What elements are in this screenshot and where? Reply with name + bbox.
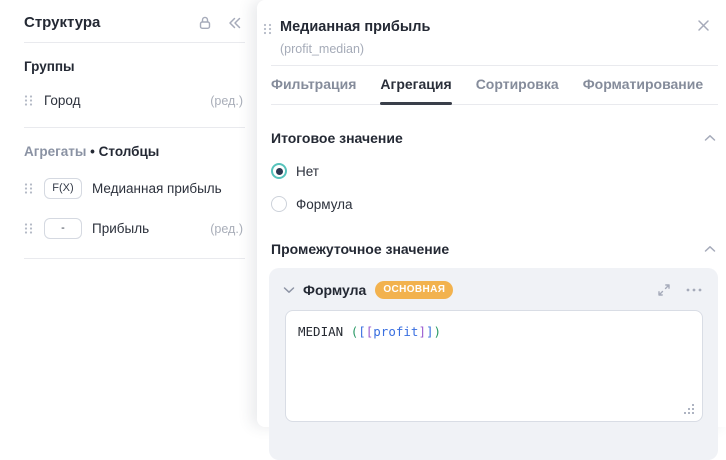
page-title: Медианная прибыль: [280, 19, 430, 35]
list-item-label: Город: [44, 93, 81, 108]
settings-tabs: Фильтрация Агрегация Сортировка Форматир…: [271, 66, 718, 105]
field-id-subtitle: (profit_median): [280, 42, 430, 56]
intermediate-value-section-header: Промежуточное значение: [271, 241, 716, 257]
collapse-sidebar-icon[interactable]: [227, 16, 243, 30]
groups-section-title: Группы: [0, 43, 257, 74]
list-item-label: Медианная прибыль: [92, 181, 222, 196]
resize-grip-icon[interactable]: [683, 403, 695, 415]
list-item-median-profit[interactable]: F(X) Медианная прибыль: [0, 178, 257, 199]
code-token: ]: [418, 324, 426, 339]
radio-checked-icon[interactable]: [271, 163, 287, 179]
radio-unchecked-icon[interactable]: [271, 196, 287, 212]
structure-sidebar: Структура Группы Город (ред.) Агрегаты: [0, 0, 257, 427]
sidebar-title: Структура: [24, 14, 183, 31]
more-options-icon[interactable]: [686, 288, 702, 292]
formula-type-badge: F(X): [44, 178, 82, 199]
chevron-down-icon[interactable]: [283, 286, 295, 294]
field-settings-panel: Медианная прибыль (profit_median) Фильтр…: [257, 0, 726, 427]
formula-code: MEDIAN ([[profit]]): [298, 324, 690, 339]
drag-handle-icon[interactable]: [24, 94, 33, 107]
section-title: Промежуточное значение: [271, 241, 449, 257]
formula-card: Формула ОСНОВНАЯ MEDIAN ([[profit]]): [269, 268, 718, 460]
sidebar-header: Структура: [0, 0, 257, 42]
total-value-section-header: Итоговое значение: [271, 130, 716, 146]
radio-formula[interactable]: Формула: [271, 196, 726, 212]
chevron-up-icon[interactable]: [704, 134, 716, 142]
column-type-badge: -: [44, 218, 82, 239]
tab-formatting[interactable]: Форматирование: [583, 66, 703, 104]
close-icon[interactable]: [697, 19, 710, 32]
code-token: ): [434, 324, 442, 339]
formula-card-actions: [657, 283, 702, 297]
list-item-profit[interactable]: - Прибыль (ред.): [0, 218, 257, 239]
drag-handle-icon[interactable]: [24, 222, 33, 235]
radio-label: Формула: [296, 197, 353, 212]
code-token: MEDIAN: [298, 324, 351, 339]
panel-header: Медианная прибыль (profit_median): [257, 0, 726, 56]
list-item-city[interactable]: Город (ред.): [0, 93, 257, 108]
tab-aggregation[interactable]: Агрегация: [380, 66, 451, 104]
drag-handle-icon[interactable]: [263, 22, 272, 36]
title-dot: •: [90, 144, 95, 159]
tab-filtering[interactable]: Фильтрация: [271, 66, 356, 104]
section-title: Итоговое значение: [271, 130, 403, 146]
radio-label: Нет: [296, 164, 319, 179]
aggregates-title-part: Агрегаты: [24, 144, 86, 159]
lock-icon[interactable]: [197, 15, 213, 31]
expand-fullscreen-icon[interactable]: [657, 283, 671, 297]
drag-handle-icon[interactable]: [24, 182, 33, 195]
code-token: profit: [373, 324, 418, 339]
code-token: [: [358, 324, 366, 339]
radio-none[interactable]: Нет: [271, 163, 726, 179]
formula-card-title: Формула: [303, 282, 366, 298]
code-token: ]: [426, 324, 434, 339]
edit-link[interactable]: (ред.): [210, 94, 243, 108]
list-item-label: Прибыль: [92, 221, 149, 236]
edit-link[interactable]: (ред.): [210, 222, 243, 236]
aggregates-section-title: Агрегаты • Столбцы: [0, 128, 257, 159]
tab-sorting[interactable]: Сортировка: [476, 66, 559, 104]
formula-code-editor[interactable]: MEDIAN ([[profit]]): [285, 310, 703, 422]
chevron-up-icon[interactable]: [704, 245, 716, 253]
columns-title-part: Столбцы: [99, 144, 160, 159]
formula-card-header: Формула ОСНОВНАЯ: [269, 268, 718, 299]
primary-badge: ОСНОВНАЯ: [375, 281, 453, 299]
panel-titles: Медианная прибыль (profit_median): [280, 19, 430, 56]
sidebar-divider: [24, 258, 245, 259]
